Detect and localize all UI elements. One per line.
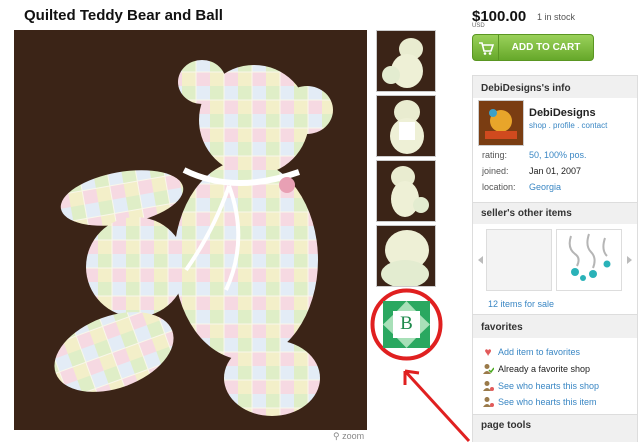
- divider: [473, 202, 637, 203]
- contact-link[interactable]: contact: [582, 121, 608, 130]
- thumbnail-2[interactable]: [376, 95, 436, 157]
- thumbnail-image: [377, 161, 435, 221]
- badge-letter: B: [400, 313, 413, 334]
- user-heart-icon: [482, 380, 494, 392]
- thumbnail-1[interactable]: [376, 30, 436, 92]
- thumbnail-image: [377, 31, 435, 91]
- divider: [473, 314, 637, 315]
- add-favorite-row[interactable]: ♥ Add item to favorites: [482, 345, 580, 359]
- shop-name[interactable]: DebiDesigns: [529, 107, 596, 119]
- cart-icon: [473, 35, 499, 60]
- page-tools-heading: page tools: [481, 420, 532, 431]
- add-to-cart-button[interactable]: ADD TO CART: [472, 34, 594, 61]
- hearts-item-link[interactable]: See who hearts this item: [498, 397, 597, 407]
- user-check-icon: [482, 363, 494, 375]
- quilt-badge: B: [368, 286, 445, 363]
- location-value[interactable]: Georgia: [529, 182, 561, 192]
- teddy-bear-image: [14, 30, 367, 430]
- main-product-photo[interactable]: [14, 30, 367, 430]
- joined-label: joined:: [482, 166, 509, 176]
- add-to-cart-label: ADD TO CART: [511, 42, 581, 53]
- add-favorite-link[interactable]: Add item to favorites: [498, 347, 580, 357]
- thumbnail-image: [377, 226, 435, 286]
- items-for-sale-link[interactable]: 12 items for sale: [488, 299, 554, 309]
- thumbnail-image: [377, 96, 435, 156]
- shop-avatar[interactable]: [478, 100, 524, 146]
- thumbnail-4[interactable]: [376, 225, 436, 287]
- earrings-image: [568, 233, 611, 281]
- carousel-next-icon[interactable]: [627, 256, 632, 264]
- joined-value: Jan 01, 2007: [529, 166, 582, 176]
- listing-title: Quilted Teddy Bear and Ball: [24, 7, 223, 24]
- favorites-heading: favorites: [481, 322, 523, 333]
- zoom-link[interactable]: ⚲ zoom: [333, 431, 364, 442]
- shop-avatar-image: [479, 101, 523, 145]
- already-favorite-row: Already a favorite shop: [482, 362, 590, 376]
- already-favorite-text: Already a favorite shop: [498, 364, 591, 374]
- rating-label: rating:: [482, 150, 508, 160]
- carousel-prev-icon[interactable]: [478, 256, 483, 264]
- other-item-2[interactable]: [556, 229, 622, 291]
- zoom-label: zoom: [342, 431, 365, 441]
- heart-icon: ♥: [484, 345, 492, 359]
- currency-label: USD: [472, 23, 485, 29]
- shop-info-heading: DebiDesigns's info: [481, 83, 571, 94]
- profile-link[interactable]: profile: [553, 121, 575, 130]
- magnifier-icon: ⚲: [333, 431, 340, 441]
- hearts-shop-link[interactable]: See who hearts this shop: [498, 381, 599, 391]
- hearts-shop-row[interactable]: See who hearts this shop: [482, 379, 599, 393]
- thumbnail-3[interactable]: [376, 160, 436, 222]
- other-items-heading: seller's other items: [481, 208, 572, 219]
- location-label: location:: [482, 182, 516, 192]
- hearts-item-row[interactable]: See who hearts this item: [482, 395, 597, 409]
- divider: [473, 414, 637, 415]
- other-item-1[interactable]: [486, 229, 552, 291]
- shop-links: shop . profile . contact: [529, 121, 607, 130]
- stock-status: 1 in stock: [537, 12, 576, 22]
- annotation-arrow: [403, 369, 471, 442]
- rating-value[interactable]: 50, 100% pos.: [529, 150, 587, 160]
- user-heart-icon: [482, 396, 494, 408]
- shop-link[interactable]: shop: [529, 121, 546, 130]
